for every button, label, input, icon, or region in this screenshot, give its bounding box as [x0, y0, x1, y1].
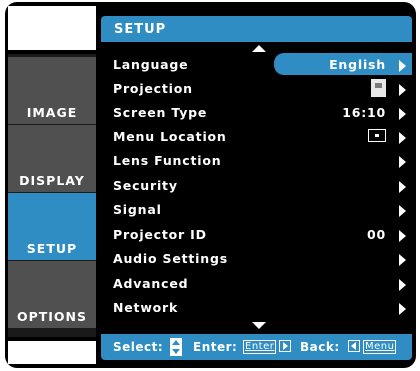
tab-setup[interactable]: SETUP	[8, 193, 96, 260]
up-down-key-icon	[170, 338, 182, 356]
menu-item-label: Lens Function	[113, 153, 222, 168]
menu-item-label: Screen Type	[113, 105, 208, 120]
menu-item-lens-function[interactable]: Lens Function	[101, 149, 412, 173]
page-title: SETUP	[114, 21, 167, 37]
menu-item-audio-settings[interactable]: Audio Settings	[101, 247, 412, 271]
menu-item-label: Projection	[113, 81, 193, 96]
chevron-right-icon	[399, 108, 406, 120]
menu-key-label: Menu	[363, 340, 397, 354]
chevron-right-icon	[399, 254, 406, 266]
menu-item-projection[interactable]: Projection	[101, 77, 412, 101]
back-hint-label: Back:	[300, 340, 340, 354]
menu-item-projector-id[interactable]: Projector ID 00	[101, 223, 412, 247]
chevron-right-icon	[399, 84, 406, 96]
menu-item-label: Projector ID	[113, 227, 207, 242]
menu-item-label: Security	[113, 178, 178, 193]
menu-item-security[interactable]: Security	[101, 174, 412, 198]
tab-options[interactable]: OPTIONS	[8, 261, 96, 328]
tab-image[interactable]: IMAGE	[8, 57, 96, 124]
chevron-right-icon	[399, 60, 406, 72]
chevron-right-icon	[399, 205, 406, 217]
chevron-right-icon	[399, 279, 406, 291]
select-hint-label: Select:	[113, 340, 164, 354]
tab-column-bottom-spacer	[8, 341, 96, 364]
menu-item-label: Signal	[113, 202, 162, 217]
tab-image-label: IMAGE	[26, 105, 78, 120]
menu-item-menu-location[interactable]: Menu Location	[101, 125, 412, 149]
menu-item-label: Network	[113, 300, 179, 315]
footer-hint-bar: Select: Enter: Enter Back: Menu	[101, 334, 412, 360]
menu-header: SETUP	[101, 16, 412, 42]
chevron-right-icon	[399, 230, 406, 242]
enter-hint-label: Enter:	[193, 340, 238, 354]
tab-display[interactable]: DISPLAY	[8, 125, 96, 192]
scroll-up-icon[interactable]	[252, 45, 266, 52]
chevron-right-icon	[399, 303, 406, 315]
language-value: English	[329, 57, 386, 72]
right-key-icon	[279, 340, 291, 352]
projector-id-value: 00	[367, 227, 386, 242]
menu-item-signal[interactable]: Signal	[101, 198, 412, 222]
menu-item-advanced[interactable]: Advanced	[101, 272, 412, 296]
chevron-right-icon	[399, 181, 406, 193]
enter-key-label: Enter	[243, 340, 277, 354]
scroll-down-icon[interactable]	[252, 322, 266, 329]
menu-item-label: Menu Location	[113, 129, 227, 144]
menu-item-screen-type[interactable]: Screen Type 16:10	[101, 101, 412, 125]
tab-setup-label: SETUP	[26, 241, 78, 256]
menu-location-icon	[368, 129, 386, 142]
chevron-right-icon	[399, 132, 406, 144]
left-key-icon	[348, 340, 360, 352]
tab-column-top-spacer	[8, 6, 96, 50]
tab-options-label: OPTIONS	[16, 309, 88, 324]
screen-type-value: 16:10	[342, 105, 386, 120]
projection-mode-icon	[371, 79, 386, 97]
menu-item-label: Audio Settings	[113, 251, 228, 266]
menu-item-label: Advanced	[113, 276, 189, 291]
menu-item-language[interactable]: Language English	[101, 53, 412, 77]
menu-item-network[interactable]: Network	[101, 296, 412, 320]
chevron-right-icon	[399, 156, 406, 168]
menu-item-label: Language	[113, 57, 189, 72]
tab-display-label: DISPLAY	[19, 173, 85, 188]
